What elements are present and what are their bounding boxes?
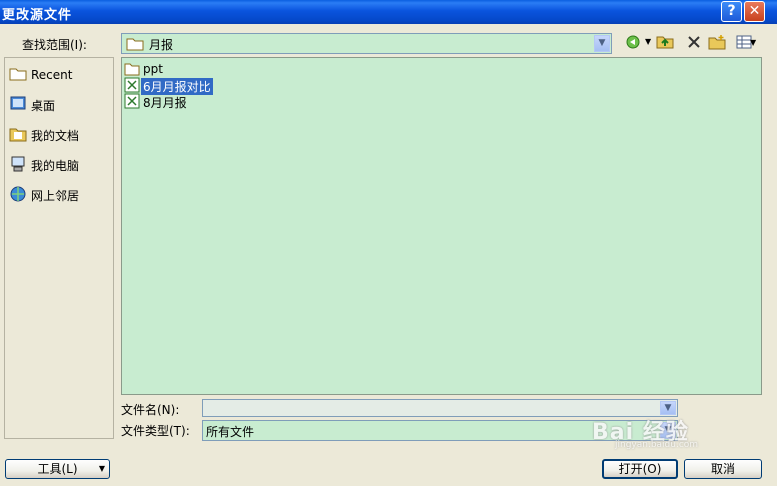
cancel-button[interactable]: 取消: [684, 459, 762, 479]
window-title: 更改源文件: [2, 8, 73, 23]
excel-file-icon: [124, 93, 140, 112]
lookin-value: 月报: [149, 38, 174, 52]
file-name: 8月月报: [143, 96, 187, 110]
views-button[interactable]: ▼: [730, 34, 758, 52]
place-label: 我的文档: [31, 129, 80, 143]
chevron-down-icon[interactable]: ▼: [645, 37, 651, 46]
place-label: Recent: [31, 68, 73, 82]
recent-folder-icon: [9, 66, 27, 85]
up-folder-button[interactable]: [655, 34, 675, 52]
file-list[interactable]: ppt 6月月报对比 8月月报: [121, 57, 762, 395]
desktop-icon: [9, 95, 27, 116]
my-documents-icon: [9, 125, 27, 146]
open-button[interactable]: 打开(O): [602, 459, 678, 479]
delete-button[interactable]: [684, 34, 704, 52]
back-button[interactable]: [623, 34, 643, 52]
file-name: ppt: [143, 62, 163, 76]
chevron-down-icon[interactable]: ▼: [750, 34, 756, 52]
tools-label: 工具(L): [37, 462, 78, 476]
filetype-label: 文件类型(T):: [121, 424, 190, 438]
folder-icon: [126, 36, 144, 54]
place-label: 网上邻居: [31, 189, 80, 203]
title-bar: 更改源文件 ? ✕: [0, 0, 777, 24]
chevron-down-icon[interactable]: ▼: [594, 35, 610, 52]
lookin-label: 查找范围(I):: [22, 38, 87, 52]
tools-button[interactable]: 工具(L) ▼: [5, 459, 110, 479]
my-computer-icon: [9, 155, 27, 176]
cancel-label: 取消: [710, 462, 735, 476]
file-name: 6月月报对比: [141, 78, 213, 95]
new-folder-button[interactable]: [707, 34, 727, 52]
help-button[interactable]: ?: [721, 1, 742, 22]
places-bar: Recent 桌面 我的文档 我的电脑 网上邻居: [4, 57, 114, 439]
place-label: 我的电脑: [31, 159, 80, 173]
baidu-watermark-url: jingyan.baidu.com: [615, 440, 699, 450]
filename-label: 文件名(N):: [121, 403, 180, 417]
close-button[interactable]: ✕: [744, 1, 765, 22]
open-label: 打开(O): [618, 462, 662, 476]
chevron-down-icon: ▼: [98, 464, 105, 473]
network-places-icon: [9, 185, 27, 206]
chevron-down-icon[interactable]: ▼: [660, 401, 676, 415]
place-label: 桌面: [31, 99, 56, 113]
lookin-combo[interactable]: 月报 ▼: [121, 33, 612, 54]
filetype-value: 所有文件: [206, 425, 255, 439]
